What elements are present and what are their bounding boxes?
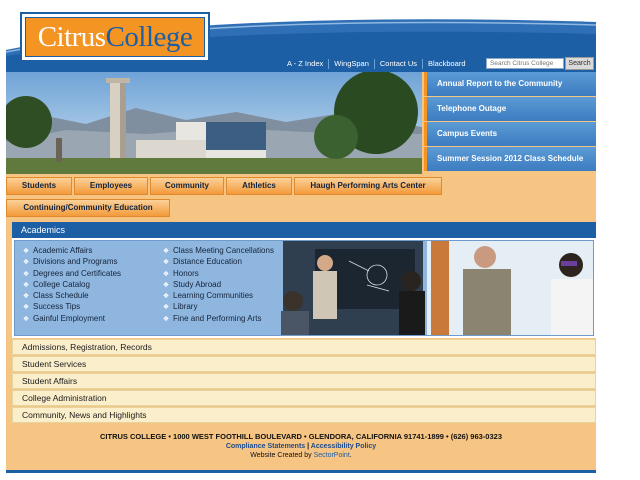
link-contact-us[interactable]: Contact Us (373, 59, 422, 69)
list-item[interactable]: ❖ Class Schedule (19, 290, 121, 301)
link-sectorpoint[interactable]: SectorPoint (314, 452, 350, 459)
nav-community[interactable]: Community (150, 177, 224, 195)
footer-credit: Website Created by SectorPoint. (6, 452, 596, 459)
list-item[interactable]: ❖ Fine and Performing Arts (159, 313, 274, 324)
link-compliance-statements[interactable]: Compliance Statements (226, 443, 305, 450)
link-a-z-index[interactable]: A - Z Index (282, 59, 328, 69)
bullet-icon: ❖ (162, 259, 170, 267)
list-item[interactable]: ❖ Class Meeting Cancellations (159, 245, 274, 256)
credit-prefix: Website Created by (250, 452, 314, 459)
search-input[interactable] (486, 58, 564, 69)
header: CitrusCollege A - Z Index WingSpan Conta… (6, 0, 596, 72)
accordion-student-services[interactable]: Student Services (12, 356, 596, 372)
academics-panel: Academics ❖ Academic Affairs ❖ Divisions a… (12, 222, 596, 338)
list-item[interactable]: ❖ Learning Communities (159, 290, 274, 301)
academics-column-1: ❖ Academic Affairs ❖ Divisions and Program… (19, 245, 121, 324)
accordion-student-affairs[interactable]: Student Affairs (12, 373, 596, 389)
footer: CITRUS COLLEGE • 1000 WEST FOOTHILL BOUL… (6, 432, 596, 459)
nav-employees[interactable]: Employees (74, 177, 148, 195)
footer-separator: | (307, 443, 310, 450)
campus-hero-photo (6, 72, 422, 174)
list-item[interactable]: ❖ Success Tips (19, 301, 121, 312)
classroom-photo (279, 241, 593, 335)
link-blackboard[interactable]: Blackboard (422, 59, 471, 69)
accordion-college-administration[interactable]: College Administration (12, 390, 596, 406)
main-nav: Students Employees Community Athletics H… (6, 177, 444, 195)
list-item[interactable]: ❖ College Catalog (19, 279, 121, 290)
nav-students[interactable]: Students (6, 177, 72, 195)
logo-text-citrus: Citrus (37, 20, 106, 53)
credit-suffix: . (349, 452, 352, 459)
top-utility-links: A - Z Index WingSpan Contact Us Blackboa… (282, 57, 471, 71)
citrus-college-logo[interactable]: CitrusCollege (20, 12, 210, 62)
link-wingspan[interactable]: WingSpan (328, 59, 374, 69)
nav-continuing-education[interactable]: Continuing/Community Education (6, 199, 170, 217)
list-item[interactable]: ❖ Academic Affairs (19, 245, 121, 256)
academics-header[interactable]: Academics (12, 222, 596, 238)
link-telephone-outage[interactable]: Telephone Outage (424, 97, 596, 121)
bullet-icon: ❖ (22, 259, 30, 267)
bullet-icon: ❖ (22, 315, 30, 323)
bullet-icon: ❖ (162, 315, 170, 323)
footer-address: CITRUS COLLEGE • 1000 WEST FOOTHILL BOUL… (100, 432, 502, 441)
nav-haugh-performing-arts-center[interactable]: Haugh Performing Arts Center (294, 177, 442, 195)
nav-athletics[interactable]: Athletics (226, 177, 292, 195)
logo-text-college: College (105, 20, 193, 53)
list-item[interactable]: ❖ Gainful Employment (19, 313, 121, 324)
featured-links: Annual Report to the Community Telephone… (424, 72, 596, 172)
list-item[interactable]: ❖ Divisions and Programs (19, 256, 121, 267)
link-annual-report[interactable]: Annual Report to the Community (424, 72, 596, 96)
secondary-nav: Continuing/Community Education (6, 199, 172, 217)
search-button[interactable]: Search (565, 57, 594, 70)
list-item[interactable]: ❖ Degrees and Certificates (19, 268, 121, 279)
academics-body: ❖ Academic Affairs ❖ Divisions and Program… (14, 240, 594, 336)
page: CitrusCollege A - Z Index WingSpan Conta… (6, 0, 596, 480)
link-campus-events[interactable]: Campus Events (424, 122, 596, 146)
link-summer-session-schedule[interactable]: Summer Session 2012 Class Schedule (424, 147, 596, 171)
bottom-bar (6, 470, 596, 473)
link-accessibility-policy[interactable]: Accessibility Policy (311, 443, 376, 450)
accordion-community-news[interactable]: Community, News and Highlights (12, 407, 596, 423)
accordion-admissions[interactable]: Admissions, Registration, Records (12, 339, 596, 355)
list-item[interactable]: ❖ Library (159, 301, 274, 312)
list-item[interactable]: ❖ Honors (159, 268, 274, 279)
list-item[interactable]: ❖ Study Abroad (159, 279, 274, 290)
footer-legal-links: Compliance Statements | Accessibility Po… (6, 443, 596, 450)
academics-column-2: ❖ Class Meeting Cancellations ❖ Distance E… (159, 245, 274, 324)
list-item[interactable]: ❖ Distance Education (159, 256, 274, 267)
